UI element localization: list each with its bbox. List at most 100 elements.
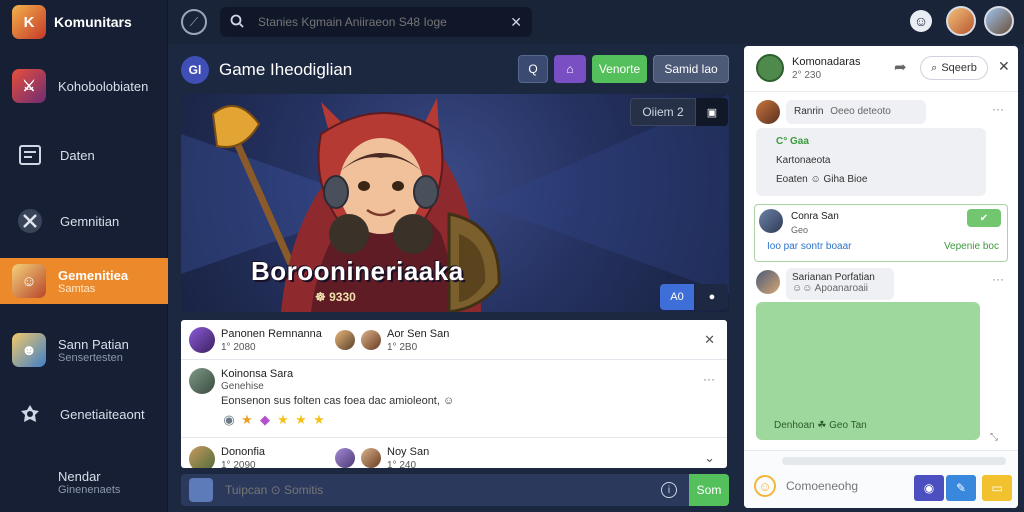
main-panel: Gl Game Iheodiglian Q ⌂ Venorte Samid la… <box>168 44 742 512</box>
user-avatar[interactable] <box>946 6 976 36</box>
sidebar-item-san[interactable]: ☻ Sann Patian Sensertesten <box>0 322 168 378</box>
message-link-right[interactable]: Vepenie boc <box>944 241 999 252</box>
banner-actions: A0 ● <box>660 284 728 310</box>
star-icon[interactable]: ★ <box>293 412 309 428</box>
search-bar[interactable]: ✕ <box>220 7 532 37</box>
players-online-button[interactable]: Oiiem 2 <box>630 98 696 126</box>
post-meta: 1° 2080 <box>221 342 256 353</box>
feed-post[interactable]: Panonen Remnanna 1° 2080 Aor Sen San 1° … <box>181 320 727 360</box>
share-icon[interactable]: ➦ <box>894 58 907 76</box>
sidebar-item-label: Gemnitian <box>60 213 120 229</box>
game-logo-icon: Gl <box>181 56 209 84</box>
sidebar-item-settings[interactable]: Genetiaiteaont <box>0 392 168 436</box>
verified-badge[interactable]: ✔ <box>967 209 1001 227</box>
composer-input[interactable] <box>225 483 661 497</box>
post-author: Panonen Remnanna <box>221 328 322 340</box>
info-icon[interactable]: i <box>661 482 677 498</box>
sidebar-item-sub: Ginenenaets <box>58 483 121 496</box>
message-meta: Geo <box>791 225 809 235</box>
sidebar-item-home[interactable]: ⚔ Kohobolobiaten <box>0 56 168 116</box>
home-button[interactable]: ⌂ <box>554 55 586 83</box>
refresh-button[interactable]: Q <box>518 55 548 83</box>
message-avatar <box>756 100 780 124</box>
reaction-row[interactable]: ◉ ★ ◆ ★ ★ ★ <box>221 412 327 428</box>
chat-header: Komonadaras 2° 230 ➦ ⌕ Sqeerb ✕ <box>744 46 1018 92</box>
more-options-icon[interactable]: ··· <box>703 372 715 386</box>
more-options-icon[interactable]: ··· <box>992 272 1004 286</box>
sidebar-item-data[interactable]: Daten <box>0 124 168 186</box>
chat-subtitle: 2° 230 <box>792 70 822 81</box>
star-icon[interactable]: ★ <box>239 412 255 428</box>
crossed-swords-icon <box>12 203 48 239</box>
post-author: Koinonsa Sara <box>221 368 294 380</box>
hero-avatar-icon: ☻ <box>12 333 46 367</box>
smiley-icon[interactable]: ☺ <box>910 10 932 32</box>
search-icon: ⌕ <box>931 61 938 74</box>
close-icon[interactable]: ✕ <box>510 14 522 31</box>
sidebar-item-nendar[interactable]: Nendar Ginenenaets <box>0 462 168 502</box>
highlighted-message[interactable]: Conra San Geo ✔ Ioo par sontr boaar Vepe… <box>754 204 1008 262</box>
shared-media[interactable]: Denhoan ☘ Geo Tan <box>756 302 980 440</box>
hero-avatar-icon: ⚔ <box>12 69 46 103</box>
smiley-icon[interactable]: ☺ <box>754 475 776 497</box>
gem-icon[interactable]: ◆ <box>257 412 273 428</box>
search-icon <box>230 14 244 31</box>
feed-post[interactable]: Koinonsa Sara Genehise Eonsenon sus folt… <box>181 360 727 438</box>
user-avatar-secondary[interactable] <box>984 6 1014 36</box>
game-actions: Q ⌂ Venorte Samid lao <box>518 55 729 83</box>
compass-icon[interactable]: ⟋ <box>181 9 207 35</box>
message-meta: ☺☺ Apoanaroaii <box>792 283 869 294</box>
reaction-icon[interactable]: ◉ <box>221 412 237 428</box>
close-icon[interactable]: ✕ <box>704 332 715 348</box>
gear-icon <box>12 396 48 432</box>
chat-avatar <box>756 54 784 82</box>
close-icon[interactable]: ✕ <box>998 58 1010 75</box>
chat-input[interactable] <box>786 479 906 493</box>
banner-title: Boroonineriaaka <box>251 256 464 286</box>
search-input[interactable] <box>258 15 511 29</box>
sidebar-item-label: Nendar <box>58 468 101 484</box>
banner-action-a[interactable]: A0 <box>660 284 694 310</box>
chat-search-button[interactable]: ⌕ Sqeerb <box>920 56 988 80</box>
brand-name: Komunitars <box>54 14 132 30</box>
attach-button[interactable]: ✎ <box>946 475 976 501</box>
record-button[interactable]: ◉ <box>914 475 944 501</box>
message-detail: Kartonaeota <box>776 155 831 166</box>
message-bubble: Ranrin Oeeo deteoto <box>786 100 926 124</box>
sidebar-item-sub: Sensertesten <box>58 351 123 364</box>
star-icon[interactable]: ★ <box>311 412 327 428</box>
send-button[interactable]: Som <box>689 474 729 506</box>
media-caption: Denhoan ☘ Geo Tan <box>774 420 867 431</box>
game-banner[interactable]: Boroonineriaaka ☸ 9330 Oiiem 2 ▣ A0 ● <box>181 94 729 312</box>
star-icon[interactable]: ★ <box>275 412 291 428</box>
top-bar: ⟋ ✕ ☺ <box>168 0 1024 44</box>
post-meta: 1° 2090 <box>221 460 256 468</box>
sidebar-item-label: Sann Patian <box>58 336 129 352</box>
scroll-progress[interactable] <box>782 457 1006 465</box>
chat-title: Komonadaras <box>792 56 861 68</box>
participant-name: Noy San <box>387 446 430 458</box>
sidebar-item-games[interactable]: Gemnitian <box>0 190 168 252</box>
more-options-icon[interactable]: ··· <box>992 102 1004 116</box>
post-avatar <box>189 368 215 394</box>
expand-icon[interactable]: ⤡ <box>990 432 998 443</box>
participant-avatar <box>361 330 381 350</box>
gif-button[interactable]: ▭ <box>982 475 1012 501</box>
secondary-action-button[interactable]: Samid lao <box>653 55 729 83</box>
grid-icon[interactable]: ▣ <box>696 98 728 126</box>
message-detail: Eoaten ☺ Giha Bioe <box>776 174 868 185</box>
banner-action-b[interactable]: ● <box>696 284 728 310</box>
post-author: Dononfia <box>221 446 266 458</box>
brand[interactable]: K Komunitars <box>0 0 168 44</box>
message-link[interactable]: Ioo par sontr boaar <box>767 241 852 252</box>
post-meta: Genehise <box>221 381 264 392</box>
message-author: Ranrin <box>794 106 824 117</box>
participant-name: Aor Sen San <box>387 328 450 340</box>
message-card: C° Gaa Kartonaeota Eoaten ☺ Giha Bioe <box>756 128 986 196</box>
feed-post[interactable]: Dononfia 1° 2090 Noy San 1° 240 ⌄ <box>181 438 727 468</box>
chevron-down-icon[interactable]: ⌄ <box>704 450 715 466</box>
sidebar-item-active[interactable]: ☺ Gemenitiea Samtas <box>0 258 168 304</box>
participant-meta: 1° 240 <box>387 460 417 468</box>
message-text: Oeeo deteoto <box>830 106 891 117</box>
primary-action-button[interactable]: Venorte <box>592 55 647 83</box>
